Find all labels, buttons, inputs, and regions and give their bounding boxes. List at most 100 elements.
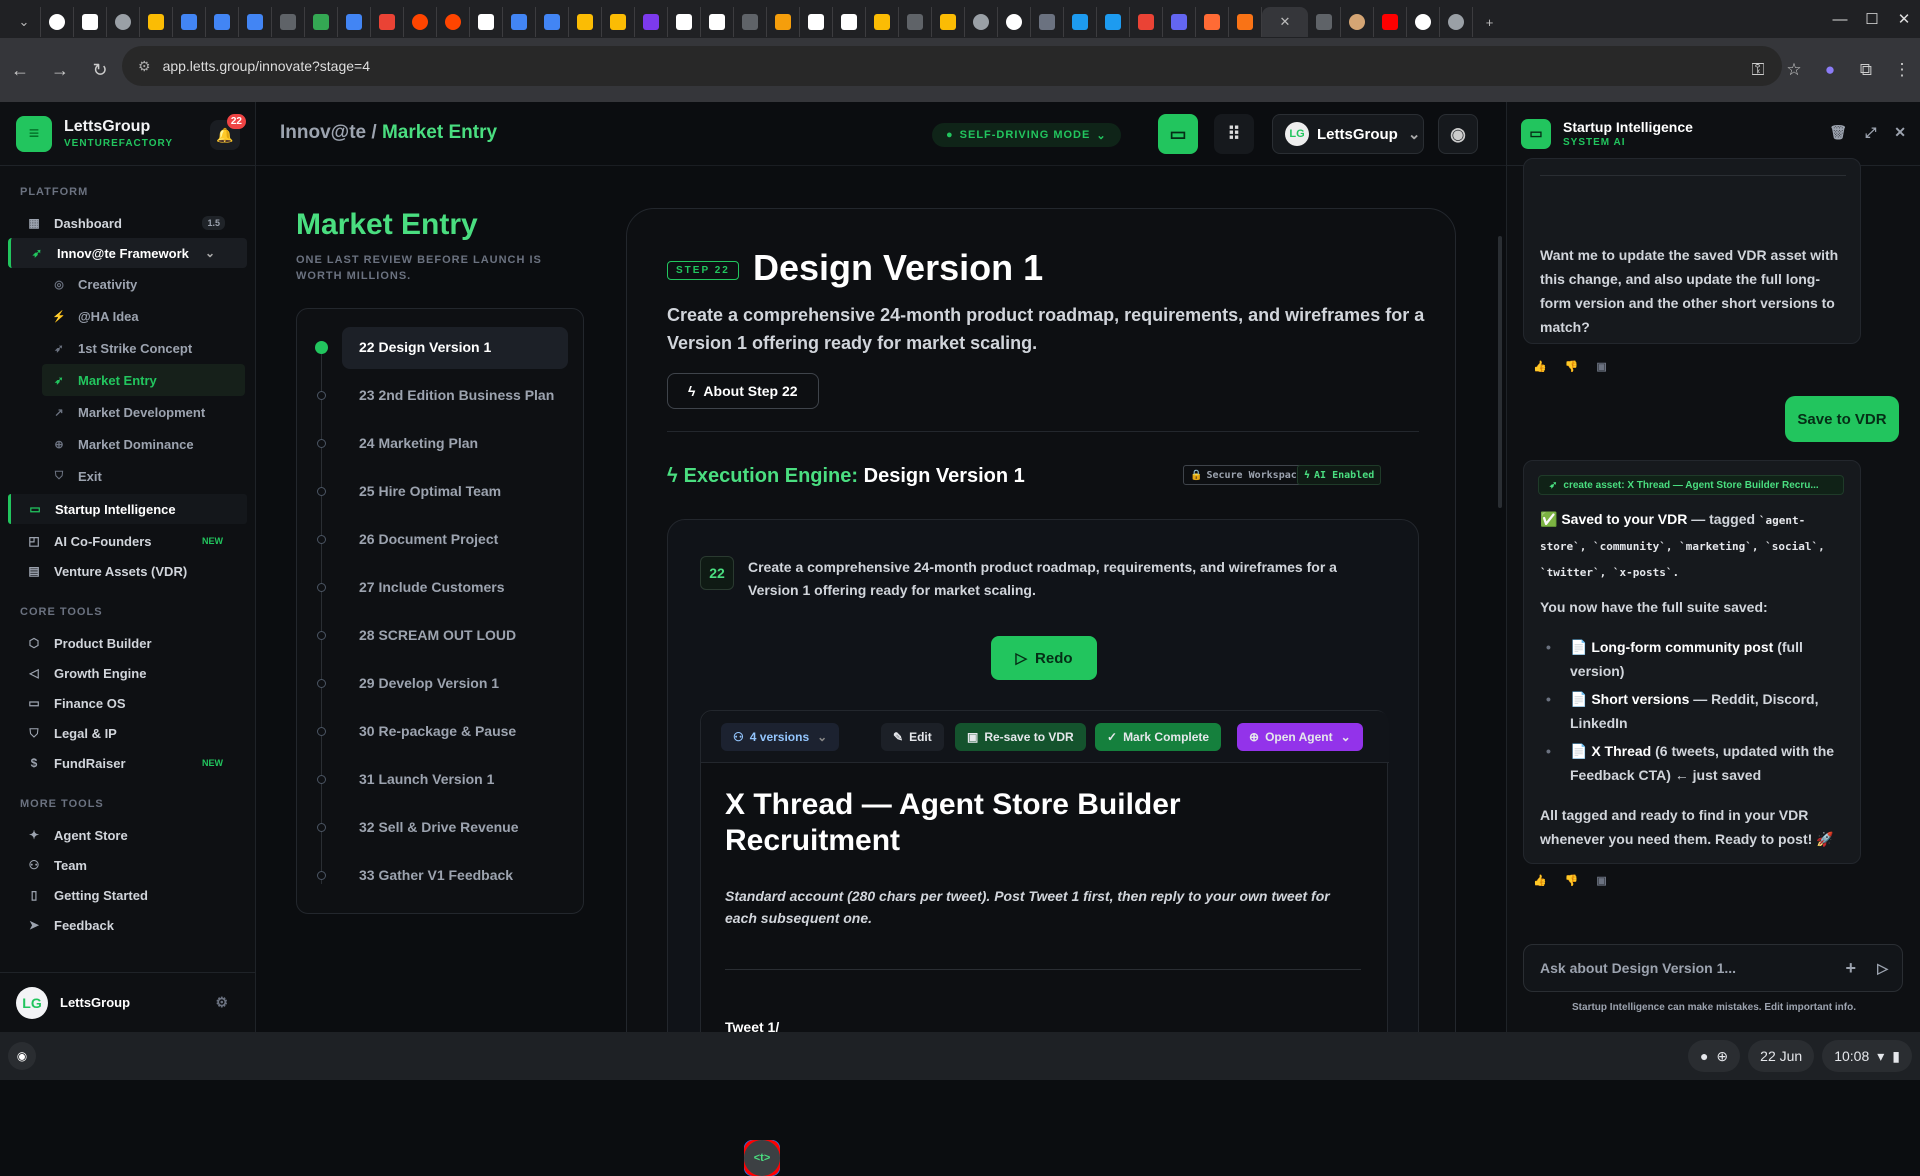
tab[interactable]	[1440, 7, 1473, 37]
edit-button[interactable]: ✎ Edit	[881, 723, 944, 751]
bookmark-star-icon[interactable]: ☆	[1776, 60, 1812, 80]
tab[interactable]	[272, 7, 305, 37]
sidebar-item-startup-intelligence[interactable]: ▭ Startup Intelligence	[8, 494, 247, 524]
tab[interactable]	[371, 7, 404, 37]
tray-status[interactable]: ● ⊕	[1687, 1040, 1741, 1072]
gear-icon[interactable]: ⚙	[215, 994, 228, 1011]
tab[interactable]	[239, 7, 272, 37]
resave-vdr-button[interactable]: ▣ Re-save to VDR	[955, 723, 1086, 751]
tab[interactable]	[470, 7, 503, 37]
sidebar-subitem-market-dominance[interactable]: ⊕ Market Dominance	[0, 428, 255, 460]
tab[interactable]	[965, 7, 998, 37]
redo-button[interactable]: ▷ Redo	[991, 636, 1097, 680]
sidebar-item-growth-engine[interactable]: ◁ Growth Engine	[0, 658, 255, 688]
trash-icon[interactable]: 🗑	[1829, 124, 1847, 141]
tab[interactable]	[602, 7, 635, 37]
thumbs-down-icon[interactable]: 👎	[1565, 874, 1579, 887]
tab[interactable]	[437, 7, 470, 37]
tab[interactable]	[305, 7, 338, 37]
step-item[interactable]: 28 SCREAM OUT LOUD	[297, 613, 585, 657]
step-item[interactable]: 22 Design Version 1	[297, 325, 585, 369]
sidebar-item-vdr[interactable]: ▤ Venture Assets (VDR)	[0, 556, 255, 586]
sidebar-subitem-market-development[interactable]: ↗ Market Development	[0, 396, 255, 428]
tab[interactable]	[503, 7, 536, 37]
send-icon[interactable]: ▷	[1877, 960, 1888, 977]
sidebar-subitem-market-entry[interactable]: ➶ Market Entry	[42, 364, 245, 396]
tab[interactable]	[998, 7, 1031, 37]
sidebar-item-framework[interactable]: ➶ Innov@te Framework ⌄	[8, 238, 247, 268]
tab[interactable]	[635, 7, 668, 37]
self-driving-mode-toggle[interactable]: ● SELF-DRIVING MODE ⌄	[932, 123, 1121, 147]
asset-link-chip[interactable]: ➶ create asset: X Thread — Agent Store Bu…	[1538, 475, 1844, 495]
sidebar-item-feedback[interactable]: ➤ Feedback	[0, 910, 255, 940]
account-switcher[interactable]: LG LettsGroup ⌄	[1272, 114, 1424, 154]
extension-icon[interactable]: ●	[1812, 60, 1848, 80]
about-step-button[interactable]: ϟ About Step 22	[667, 373, 819, 409]
sidebar-subitem-ha-idea[interactable]: ⚡ @HA Idea	[0, 300, 255, 332]
tab[interactable]	[404, 7, 437, 37]
versions-dropdown[interactable]: ⚇ 4 versions ⌄	[721, 723, 840, 751]
tab[interactable]	[767, 7, 800, 37]
site-info-icon[interactable]: ⚙	[138, 58, 151, 75]
notifications-bell-icon[interactable]: 🔔 22	[210, 114, 246, 150]
sidebar-item-finance-os[interactable]: ▭ Finance OS	[0, 688, 255, 718]
tab-active[interactable]: ✕	[1262, 7, 1308, 37]
tab[interactable]	[800, 7, 833, 37]
tab[interactable]	[569, 7, 602, 37]
open-agent-button[interactable]: ⊕ Open Agent ⌄	[1237, 723, 1363, 751]
forward-icon[interactable]: →	[40, 60, 80, 81]
tab[interactable]	[74, 7, 107, 37]
step-item[interactable]: 25 Hire Optimal Team	[297, 469, 585, 513]
sidebar-item-dashboard[interactable]: ▦ Dashboard 1.5	[0, 208, 255, 238]
tab[interactable]	[1308, 7, 1341, 37]
save-icon[interactable]: ▣	[1596, 360, 1606, 373]
chevron-down-icon[interactable]: ⌄	[205, 246, 215, 260]
tab[interactable]	[338, 7, 371, 37]
tab[interactable]	[1229, 7, 1262, 37]
step-item[interactable]: 29 Develop Version 1	[297, 661, 585, 705]
thumbs-up-icon[interactable]: 👍	[1533, 874, 1547, 887]
chat-input[interactable]: Ask about Design Version 1... + ▷	[1523, 944, 1903, 992]
tab[interactable]	[140, 7, 173, 37]
sidebar-subitem-1st-strike[interactable]: ➶ 1st Strike Concept	[0, 332, 255, 364]
sidebar-item-legal-ip[interactable]: ⛉ Legal & IP	[0, 718, 255, 748]
tab[interactable]	[1341, 7, 1374, 37]
tab[interactable]	[668, 7, 701, 37]
step-item[interactable]: 23 2nd Edition Business Plan	[297, 373, 585, 417]
tab[interactable]	[41, 7, 74, 37]
tab[interactable]	[1407, 7, 1440, 37]
sidebar-subitem-exit[interactable]: ⛉ Exit	[0, 460, 255, 492]
tab[interactable]	[899, 7, 932, 37]
scrollbar[interactable]	[1498, 236, 1502, 508]
time-pill[interactable]: 10:08 ▾ ▮	[1822, 1040, 1912, 1072]
tab[interactable]	[1196, 7, 1229, 37]
thumbs-down-icon[interactable]: 👎	[1565, 360, 1579, 373]
tab[interactable]	[932, 7, 965, 37]
reload-icon[interactable]: ↻	[80, 60, 120, 81]
step-item[interactable]: 26 Document Project	[297, 517, 585, 561]
date-pill[interactable]: 22 Jun	[1748, 1040, 1815, 1072]
tab[interactable]	[1064, 7, 1097, 37]
puzzle-icon[interactable]: ⧉	[1848, 60, 1884, 80]
tab[interactable]	[173, 7, 206, 37]
new-tab-button[interactable]: +	[1473, 7, 1506, 37]
apps-grid-button[interactable]: ⠿	[1214, 114, 1254, 154]
sidebar-item-getting-started[interactable]: ▯ Getting Started	[0, 880, 255, 910]
tab[interactable]	[866, 7, 899, 37]
tab-search-icon[interactable]: ⌄	[8, 7, 41, 37]
maximize-icon[interactable]: ☐	[1856, 10, 1888, 28]
tab[interactable]	[1130, 7, 1163, 37]
sidebar-item-team[interactable]: ⚇ Team	[0, 850, 255, 880]
tab[interactable]	[701, 7, 734, 37]
key-icon[interactable]: ⚿	[1740, 60, 1776, 80]
menu-icon[interactable]: ⋮	[1884, 60, 1920, 80]
mark-complete-button[interactable]: ✓ Mark Complete	[1095, 723, 1222, 751]
step-item[interactable]: 32 Sell & Drive Revenue	[297, 805, 585, 849]
menu-toggle-icon[interactable]: ≡	[16, 115, 52, 152]
chat-toggle-button[interactable]: ▭	[1158, 114, 1198, 154]
tab[interactable]	[1374, 7, 1407, 37]
tab[interactable]	[206, 7, 239, 37]
breadcrumb-root[interactable]: Innov@te	[280, 122, 366, 143]
sidebar-item-ai-cofounders[interactable]: ◰ AI Co-Founders NEW	[0, 526, 255, 556]
sidebar-item-product-builder[interactable]: ⬡ Product Builder	[0, 628, 255, 658]
